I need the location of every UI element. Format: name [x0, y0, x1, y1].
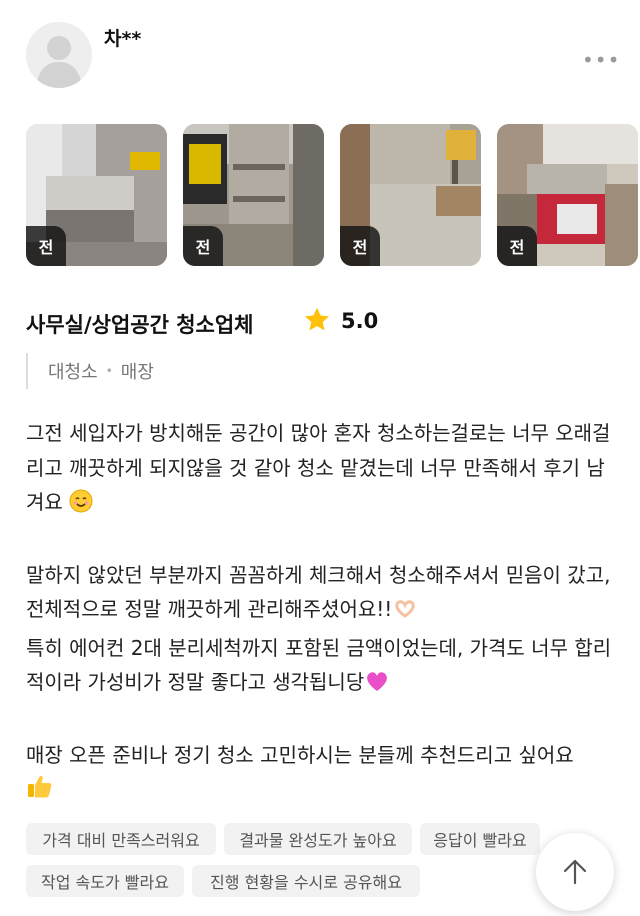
scroll-to-top-button[interactable] — [536, 833, 614, 911]
tag-chip: 결과물 완성도가 높아요 — [224, 823, 412, 855]
category-list: 대청소 • 매장 — [26, 353, 154, 389]
photo-label: 전 — [183, 226, 223, 266]
photo-thumbnail[interactable]: 전 — [26, 124, 167, 266]
tag-chip: 진행 현황을 수시로 공유해요 — [192, 865, 420, 897]
tag-chip: 작업 속도가 빨라요 — [26, 865, 184, 897]
photo-thumbnail[interactable]: 전 — [183, 124, 324, 266]
review-paragraph: 말하지 않았던 부분까지 꼼꼼하게 체크해서 청소해주셔서 믿음이 갔고, 전체… — [26, 558, 616, 631]
thumbs-up-icon — [26, 772, 54, 811]
photo-gallery: 전 전 전 전 — [26, 124, 640, 266]
photo-label: 전 — [340, 226, 380, 266]
review-paragraph: 매장 오픈 준비나 정기 청소 고민하시는 분들께 추천드리고 싶어요 — [26, 738, 616, 811]
reviewer-avatar — [26, 22, 92, 88]
service-title: 사무실/상업공간 청소업체 — [26, 313, 254, 337]
heart-hands-icon — [392, 596, 418, 631]
review-text: 그전 세입자가 방치해둔 공간이 많아 혼자 청소하는걸로는 너무 오래걸리고 … — [26, 416, 616, 811]
tag-chip: 가격 대비 만족스러워요 — [26, 823, 216, 855]
category-item: 대청소 — [48, 362, 98, 383]
review-paragraph: 특히 에어컨 2대 분리세척까지 포함된 금액이었는데, 가격도 너무 합리적이… — [26, 631, 616, 704]
arrow-up-icon — [563, 859, 587, 885]
review-paragraph: 그전 세입자가 방치해둔 공간이 많아 혼자 청소하는걸로는 너무 오래걸리고 … — [26, 416, 616, 524]
photo-thumbnail[interactable]: 전 — [340, 124, 481, 266]
photo-thumbnail[interactable]: 전 — [497, 124, 638, 266]
separator-dot: • — [105, 364, 113, 378]
pink-heart-icon — [364, 669, 390, 704]
rating-value: 5.0 — [341, 309, 379, 333]
smiling-face-icon — [69, 489, 93, 524]
reviewer-name: 차** — [104, 28, 142, 50]
star-icon — [305, 307, 329, 331]
category-item: 매장 — [120, 362, 154, 383]
photo-label: 전 — [26, 226, 66, 266]
photo-label: 전 — [497, 226, 537, 266]
more-dots-icon[interactable]: ••• — [582, 48, 620, 72]
tag-chip: 응답이 빨라요 — [420, 823, 540, 855]
default-user-icon — [26, 22, 92, 88]
